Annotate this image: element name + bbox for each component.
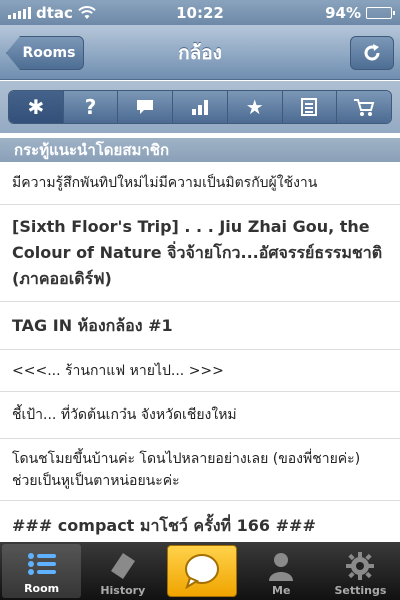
list-item[interactable]: ชี้เป้า... ที่วัดต้นเกว๋น จังหวัดเชียงให…: [0, 392, 400, 439]
topic-title: โดนชโมยขึ้นบ้านค่ะ โดนไปหลายอย่างเลย (ขอ…: [12, 450, 361, 489]
gear-icon: [346, 552, 375, 580]
list-item[interactable]: <<<... ร้านกาแฟ หายไป... >>>: [0, 350, 400, 392]
carrier-label: dtac: [36, 3, 73, 22]
star-icon: ★: [245, 95, 264, 119]
segment-shop[interactable]: [337, 91, 391, 123]
segment-favorites[interactable]: ★: [227, 91, 283, 123]
tab-label: Settings: [334, 584, 387, 597]
rooms-back-button[interactable]: Rooms: [6, 36, 84, 70]
help-icon: ?: [84, 95, 97, 119]
topic-title: TAG IN ห้องกล้อง #1: [12, 315, 173, 335]
stats-icon: [192, 100, 209, 115]
battery-icon: [366, 6, 395, 19]
topic-title: ชี้เป้า... ที่วัดต้นเกว๋น จังหวัดเชียงให…: [12, 407, 237, 423]
category-toolbar: ✱ ? ★: [0, 81, 400, 133]
tab-settings[interactable]: Settings: [321, 542, 400, 600]
battery-percent: 94%: [325, 3, 361, 22]
tab-room[interactable]: Room: [2, 544, 82, 598]
tab-bar: Room History Me Settings: [0, 542, 400, 600]
topic-title: <<<... ร้านกาแฟ หายไป... >>>: [12, 362, 224, 379]
topic-list: มีความรู้สึกพันทิปใหม่ไม่มีความเป็นมิตรก…: [0, 162, 400, 542]
segment-questions[interactable]: ?: [63, 91, 119, 123]
navigation-bar: Rooms กล้อง: [0, 25, 400, 80]
topic-title: [Sixth Floor's Trip] . . . Jiu Zhai Gou,…: [12, 217, 383, 288]
refresh-icon: [364, 44, 380, 61]
cart-icon: [354, 99, 375, 116]
asterisk-icon: ✱: [27, 95, 45, 119]
segment-featured[interactable]: ✱: [9, 91, 64, 123]
section-header: กระทู้แนะนำโดยสมาชิก: [0, 138, 400, 162]
segment-review[interactable]: [173, 91, 228, 123]
person-icon: [269, 553, 294, 581]
tab-label: Room: [24, 582, 60, 595]
list-item[interactable]: โดนชโมยขึ้นบ้านค่ะ โดนไปหลายอย่างเลย (ขอ…: [0, 439, 400, 501]
wifi-icon: [78, 5, 96, 19]
list-item[interactable]: มีความรู้สึกพันทิปใหม่ไม่มีความเป็นมิตรก…: [0, 162, 400, 205]
document-icon: [301, 98, 318, 116]
segment-chat[interactable]: [118, 91, 174, 123]
list-item[interactable]: [Sixth Floor's Trip] . . . Jiu Zhai Gou,…: [0, 205, 400, 302]
tag-icon: [110, 553, 135, 579]
tab-label: History: [100, 584, 146, 597]
list-item[interactable]: ### compact มาโชว์ ครั้งที่ 166 ###: [0, 501, 400, 542]
segment-news[interactable]: [282, 91, 338, 123]
tab-label: Me: [272, 584, 291, 597]
refresh-button[interactable]: [350, 36, 394, 70]
topic-title: มีความรู้สึกพันทิปใหม่ไม่มีความเป็นมิตรก…: [12, 175, 318, 191]
status-time: 10:22: [176, 3, 224, 22]
tab-chat[interactable]: [162, 542, 241, 600]
tab-me[interactable]: Me: [242, 542, 321, 600]
page-title: กล้อง: [178, 41, 222, 64]
tab-history[interactable]: History: [83, 542, 162, 600]
signal-icon: [8, 6, 31, 19]
speech-bubble-icon: [185, 554, 219, 590]
list-icon: [27, 553, 56, 575]
topic-title: ### compact มาโชว์ ครั้งที่ 166 ###: [12, 515, 316, 535]
status-bar: dtac 10:22 94%: [0, 0, 400, 25]
comment-icon: [137, 100, 154, 114]
list-item[interactable]: TAG IN ห้องกล้อง #1: [0, 302, 400, 350]
